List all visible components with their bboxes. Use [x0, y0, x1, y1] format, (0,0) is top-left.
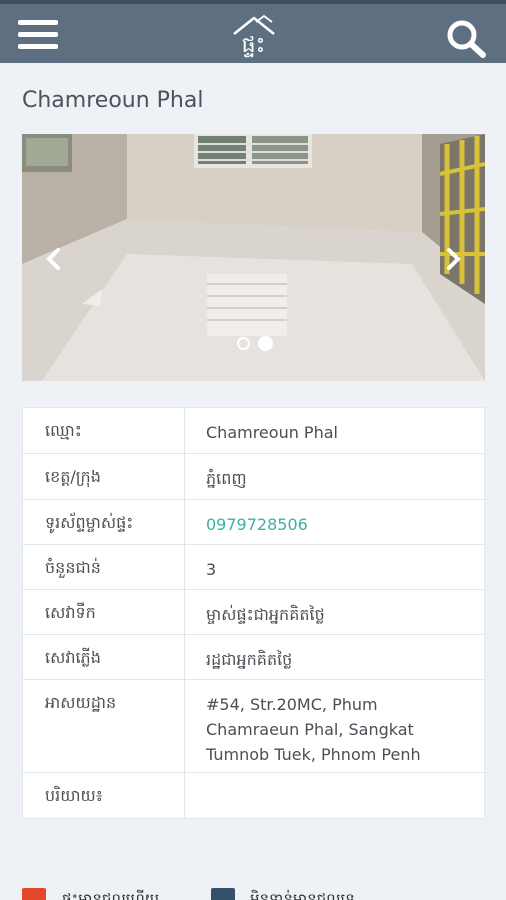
top-app-bar: ផ្ទះ	[0, 0, 506, 63]
row-value-electricity: រដ្ឋជាអ្នកគិតថ្លៃ	[206, 650, 293, 669]
gallery-dot-2-active[interactable]	[258, 336, 273, 351]
table-row: ទូរស័ព្ទម្ចាស់ផ្ទះ 0979728506	[23, 500, 484, 545]
table-row: ចំនួនជាន់ 3	[23, 545, 484, 590]
gallery-next-button[interactable]	[441, 242, 467, 276]
legend-label-rented: ផ្ទះមានជួលហើយ	[62, 890, 160, 900]
room-photo	[22, 134, 485, 381]
row-value-floors: 3	[206, 560, 217, 579]
row-label-floors: ចំនួនជាន់	[23, 545, 185, 589]
details-table: ឈ្មោះ Chamreoun Phal ខេត្ត/ក្រុង ភ្នំពេញ…	[22, 407, 485, 819]
table-row: ខេត្ត/ក្រុង ភ្នំពេញ	[23, 454, 484, 500]
table-row: បរិយាយ៖	[23, 773, 484, 818]
photo-gallery[interactable]	[22, 134, 485, 381]
table-row: សេវាភ្លើង រដ្ឋជាអ្នកគិតថ្លៃ	[23, 635, 484, 680]
row-value-water: ម្ចាស់ផ្ទះជាអ្នកគិតថ្លៃ	[206, 605, 325, 624]
available-color-swatch	[211, 888, 235, 900]
rented-color-swatch	[22, 888, 46, 900]
row-value-name: Chamreoun Phal	[206, 423, 338, 442]
row-label-water: សេវាទឹក	[23, 590, 185, 634]
table-row: សេវាទឹក ម្ចាស់ផ្ទះជាអ្នកគិតថ្លៃ	[23, 590, 484, 635]
table-row: អាសយដ្ឋាន #54, Str.20MC, Phum Chamraeun …	[23, 680, 484, 773]
legend-label-available: មិនទាន់មានជួលទេ	[250, 890, 355, 900]
row-label-electricity: សេវាភ្លើង	[23, 635, 185, 679]
listing-title: Chamreoun Phal	[22, 88, 204, 113]
owner-phone-link[interactable]: 0979728506	[185, 500, 484, 544]
row-label-address: អាសយដ្ឋាន	[23, 680, 185, 772]
row-label-province: ខេត្ត/ក្រុង	[23, 454, 185, 499]
row-value-province: ភ្នំពេញ	[206, 469, 247, 488]
row-value-address: #54, Str.20MC, Phum Chamraeun Phal, Sang…	[206, 695, 421, 764]
row-label-phone: ទូរស័ព្ទម្ចាស់ផ្ទះ	[23, 500, 185, 544]
gallery-prev-button[interactable]	[40, 242, 66, 276]
hamburger-menu-icon[interactable]	[18, 20, 58, 52]
search-icon[interactable]	[442, 18, 490, 58]
table-row: ឈ្មោះ Chamreoun Phal	[23, 408, 484, 454]
row-label-name: ឈ្មោះ	[23, 408, 185, 453]
row-value-description	[185, 773, 484, 818]
row-label-description: បរិយាយ៖	[23, 773, 185, 818]
legend-footer: ផ្ទះមានជួលហើយ មិនទាន់មានជួលទេ	[0, 880, 506, 900]
logo-text: ផ្ទះ	[241, 33, 267, 58]
gallery-dot-1[interactable]	[237, 337, 250, 350]
app-logo[interactable]: ផ្ទះ	[226, 14, 282, 60]
